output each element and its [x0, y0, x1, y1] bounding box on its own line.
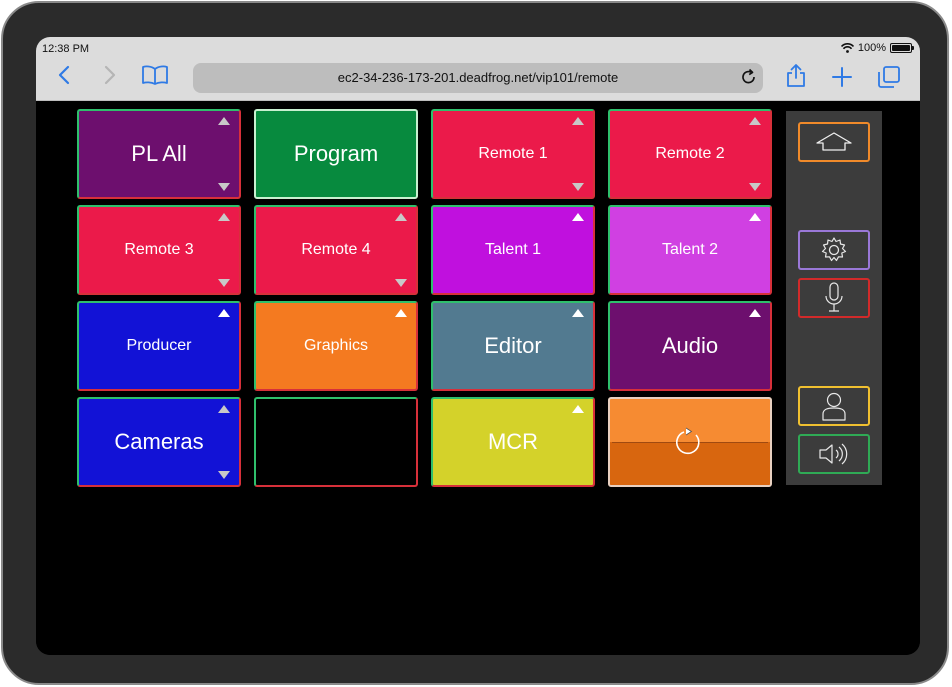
- channel-tile-talent-2[interactable]: Talent 2: [608, 205, 772, 295]
- reload-icon[interactable]: [741, 68, 757, 91]
- side-control-panel: [786, 111, 882, 485]
- channel-tile-loading[interactable]: [608, 397, 772, 487]
- channel-tile-remote-1[interactable]: Remote 1: [431, 109, 595, 199]
- channel-label: PL All: [131, 141, 187, 166]
- channel-tile-remote-2[interactable]: Remote 2: [608, 109, 772, 199]
- new-tab-icon[interactable]: [832, 67, 852, 91]
- microphone-icon: [825, 282, 843, 312]
- tabs-icon[interactable]: [878, 66, 900, 92]
- channel-label: Talent 2: [661, 241, 719, 258]
- channel-label: Remote 4: [301, 241, 371, 258]
- channel-label: MCR: [487, 429, 539, 454]
- channel-label: Editor: [484, 333, 542, 358]
- channel-label: Program: [293, 141, 379, 166]
- channel-label: Producer: [126, 337, 192, 354]
- channel-label: Cameras: [114, 429, 204, 454]
- browser-chrome: 12:38 PM 100% ec2-34-236-173-201.deadfro…: [36, 37, 920, 101]
- speaker-icon: [819, 443, 848, 465]
- channel-tile-remote-3[interactable]: Remote 3: [77, 205, 241, 295]
- channel-tile-mcr[interactable]: MCR: [431, 397, 595, 487]
- battery-icon: [890, 43, 914, 53]
- channel-label: Audio: [661, 333, 719, 358]
- channel-tile-talent-1[interactable]: Talent 1: [431, 205, 595, 295]
- forward-icon[interactable]: [104, 65, 116, 89]
- channel-tile-remote-4[interactable]: Remote 4: [254, 205, 418, 295]
- screen: 12:38 PM 100% ec2-34-236-173-201.deadfro…: [36, 37, 920, 655]
- home-icon: [816, 132, 852, 151]
- wifi-icon: [840, 43, 854, 53]
- channel-tile-producer[interactable]: Producer: [77, 301, 241, 391]
- url-text: ec2-34-236-173-201.deadfrog.net/vip101/r…: [337, 70, 619, 85]
- tablet-frame: 12:38 PM 100% ec2-34-236-173-201.deadfro…: [1, 1, 949, 685]
- channel-tile-empty[interactable]: [254, 397, 418, 487]
- channel-tile-pl-all[interactable]: PL All: [77, 109, 241, 199]
- settings-button[interactable]: [798, 230, 870, 270]
- channel-label: Remote 3: [124, 241, 194, 258]
- refresh-spinner-icon: [675, 427, 700, 455]
- microphone-button[interactable]: [798, 278, 870, 318]
- share-icon[interactable]: [786, 63, 806, 91]
- channel-tile-editor[interactable]: Editor: [431, 301, 595, 391]
- channel-tile-graphics[interactable]: Graphics: [254, 301, 418, 391]
- channel-label: Graphics: [303, 337, 369, 354]
- channel-tile-audio[interactable]: Audio: [608, 301, 772, 391]
- speaker-button[interactable]: [798, 434, 870, 474]
- battery-fill: [892, 45, 910, 51]
- channel-tile-program[interactable]: Program: [254, 109, 418, 199]
- intercom-panel: PL All Program Remote 1 Remote 2 Remote …: [36, 102, 920, 655]
- user-icon: [822, 392, 846, 421]
- user-button[interactable]: [798, 386, 870, 426]
- status-indicators: 100%: [840, 42, 914, 54]
- battery-percent: 100%: [857, 42, 886, 54]
- channel-label: Remote 1: [478, 145, 548, 162]
- channel-tile-cameras[interactable]: Cameras: [77, 397, 241, 487]
- back-icon[interactable]: [58, 65, 70, 89]
- status-time: 12:38 PM: [42, 43, 90, 55]
- bookmarks-icon[interactable]: [142, 65, 168, 89]
- home-button[interactable]: [798, 122, 870, 162]
- channel-label: Remote 2: [655, 145, 725, 162]
- address-bar[interactable]: ec2-34-236-173-201.deadfrog.net/vip101/r…: [193, 63, 763, 93]
- channel-label: Talent 1: [484, 241, 542, 258]
- gear-icon: [821, 237, 847, 262]
